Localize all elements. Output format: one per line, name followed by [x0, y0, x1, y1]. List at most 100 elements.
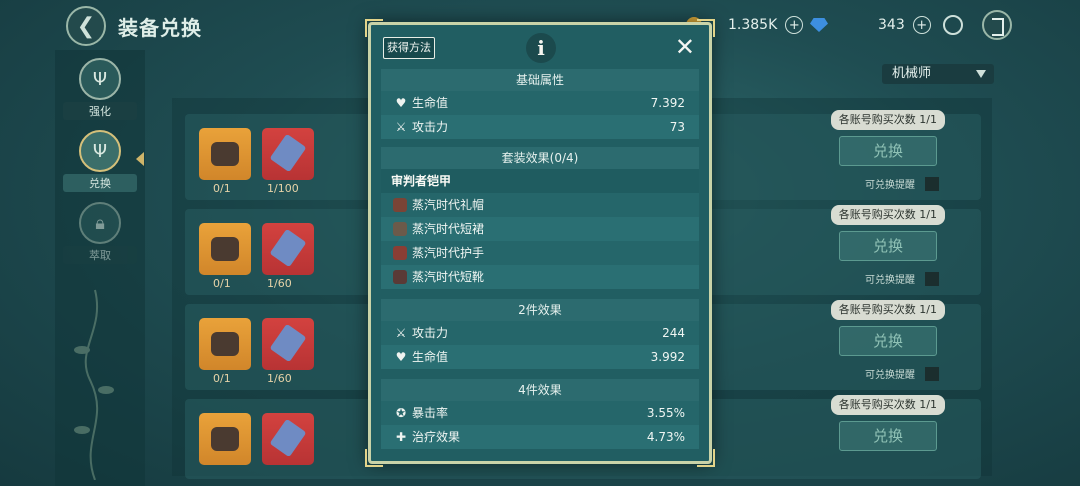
exchange-button[interactable]: 兑换: [839, 231, 937, 261]
exit-icon[interactable]: [982, 10, 1012, 40]
remind-option[interactable]: 可兑换提醒: [865, 271, 939, 286]
gold-value: 1.385K: [728, 17, 778, 33]
sidebar-item-enhance[interactable]: Ψ 强化: [63, 58, 137, 120]
stat-row: ♥ 生命值 7.392: [381, 91, 699, 115]
cost-count: 1/100: [267, 182, 299, 195]
stat-value: 4.73%: [646, 430, 685, 444]
active-pointer-icon: [136, 152, 144, 166]
steam-hat-icon: [393, 198, 407, 212]
set-piece-label: 蒸汽时代护手: [412, 246, 485, 260]
remind-label: 可兑换提醒: [865, 370, 915, 381]
add-gold-button[interactable]: +: [785, 16, 804, 34]
stat-label: 生命值: [412, 96, 449, 110]
stat-label: 生命值: [412, 350, 449, 364]
stat-row: ⚔ 攻击力 244: [381, 321, 699, 345]
sidebar-item-label: 萃取: [63, 246, 137, 264]
stat-row: ⚔ 攻击力 73: [381, 115, 699, 139]
purchase-limit-badge: 各账号购买次数 1/1: [830, 110, 945, 130]
sidebar-item-exchange[interactable]: Ψ 兑换: [63, 130, 137, 192]
set-piece-label: 蒸汽时代礼帽: [412, 198, 485, 212]
stat-row: ✚ 治疗效果 4.73%: [381, 425, 699, 449]
cost-count: 1/60: [267, 277, 292, 290]
remind-label: 可兑换提醒: [865, 180, 915, 191]
remind-checkbox[interactable]: [925, 271, 939, 286]
exchange-button[interactable]: 兑换: [839, 421, 937, 451]
back-arrow-icon[interactable]: ❮: [66, 6, 106, 46]
set-piece-label: 蒸汽时代短裙: [412, 222, 485, 236]
set-piece-row: 蒸汽时代短裙: [381, 217, 699, 241]
obtain-method-button[interactable]: 获得方法: [383, 37, 435, 59]
remind-checkbox[interactable]: [925, 176, 939, 191]
sidebar-item-extract[interactable]: 🔒︎ 萃取: [63, 202, 137, 264]
owned-count: 0/1: [213, 372, 231, 385]
remind-checkbox[interactable]: [925, 366, 939, 381]
cost-count: 1/60: [267, 372, 292, 385]
class-dropdown[interactable]: 机械师: [882, 64, 994, 84]
puzzle-piece-icon[interactable]: [262, 318, 314, 370]
class-dropdown-value: 机械师: [892, 66, 932, 81]
puzzle-piece-icon[interactable]: [262, 128, 314, 180]
two-piece-effect-header: 2件效果: [381, 299, 699, 321]
add-gem-button[interactable]: +: [912, 16, 931, 34]
corner-ornament: [697, 19, 715, 37]
armor-equipment-icon[interactable]: [199, 318, 251, 370]
gem-currency: 343 +: [810, 12, 931, 38]
set-info-popup: 获得方法 i ✕ 基础属性 ♥ 生命值 7.392 ⚔ 攻击力 73 套装效果(…: [365, 19, 715, 467]
set-piece-label: 蒸汽时代短靴: [412, 270, 485, 284]
stat-value: 244: [662, 326, 685, 340]
page-title: 装备兑换: [118, 16, 202, 40]
exchange-button[interactable]: 兑换: [839, 136, 937, 166]
gauntlet-equipment-icon[interactable]: [199, 413, 251, 465]
purchase-limit-badge: 各账号购买次数 1/1: [830, 205, 945, 225]
stat-label: 治疗效果: [412, 430, 461, 444]
heart-icon: ♥: [395, 96, 407, 110]
trident-icon: Ψ: [79, 130, 121, 172]
remind-option[interactable]: 可兑换提醒: [865, 176, 939, 191]
target-icon[interactable]: [943, 15, 963, 35]
four-piece-effect-header: 4件效果: [381, 379, 699, 401]
steam-skirt-icon: [393, 222, 407, 236]
steam-gauntlet-icon: [393, 246, 407, 260]
remind-option[interactable]: 可兑换提醒: [865, 366, 939, 381]
crossed-swords-icon: ⚔: [395, 326, 407, 340]
base-attributes-header: 基础属性: [381, 69, 699, 91]
hat-equipment-icon[interactable]: [199, 223, 251, 275]
heart-icon: ♥: [395, 350, 407, 364]
sidebar-item-label: 兑换: [63, 174, 137, 192]
puzzle-piece-icon[interactable]: [262, 223, 314, 275]
gem-icon: [810, 18, 828, 32]
owned-count: 0/1: [213, 277, 231, 290]
owned-count: 0/1: [213, 182, 231, 195]
stat-value: 3.55%: [646, 406, 685, 420]
set-piece-row: 蒸汽时代护手: [381, 241, 699, 265]
stat-value: 3.992: [650, 350, 685, 364]
crit-icon: ✪: [395, 406, 407, 420]
popup-content: 基础属性 ♥ 生命值 7.392 ⚔ 攻击力 73 套装效果(0/4) 审判者铠…: [381, 69, 699, 459]
set-piece-row: 蒸汽时代礼帽: [381, 193, 699, 217]
steam-boots-icon: [393, 270, 407, 284]
chevron-down-icon: [976, 70, 986, 78]
heal-icon: ✚: [395, 430, 407, 444]
stat-label: 攻击力: [412, 326, 449, 340]
stat-row: ♥ 生命值 3.992: [381, 345, 699, 369]
puzzle-piece-icon[interactable]: [262, 413, 314, 465]
remind-label: 可兑换提醒: [865, 275, 915, 286]
set-effect-header: 套装效果(0/4): [381, 147, 699, 169]
info-icon: i: [526, 33, 556, 63]
purchase-limit-badge: 各账号购买次数 1/1: [830, 395, 945, 415]
sidebar-item-label: 强化: [63, 102, 137, 120]
stat-label: 攻击力: [412, 120, 449, 134]
vine-decoration: [74, 289, 114, 480]
set-piece-row: 蒸汽时代短靴: [381, 265, 699, 289]
stat-label: 暴击率: [412, 406, 449, 420]
gem-value: 343: [878, 17, 905, 33]
lock-icon: 🔒︎: [79, 202, 121, 244]
close-icon[interactable]: ✕: [675, 33, 695, 61]
stat-row: ✪ 暴击率 3.55%: [381, 401, 699, 425]
set-name: 审判者铠甲: [381, 169, 699, 193]
corner-ornament: [365, 19, 383, 37]
stat-value: 73: [669, 120, 685, 134]
exchange-button[interactable]: 兑换: [839, 326, 937, 356]
stat-value: 7.392: [650, 96, 685, 110]
equipment-icon[interactable]: [199, 128, 251, 180]
